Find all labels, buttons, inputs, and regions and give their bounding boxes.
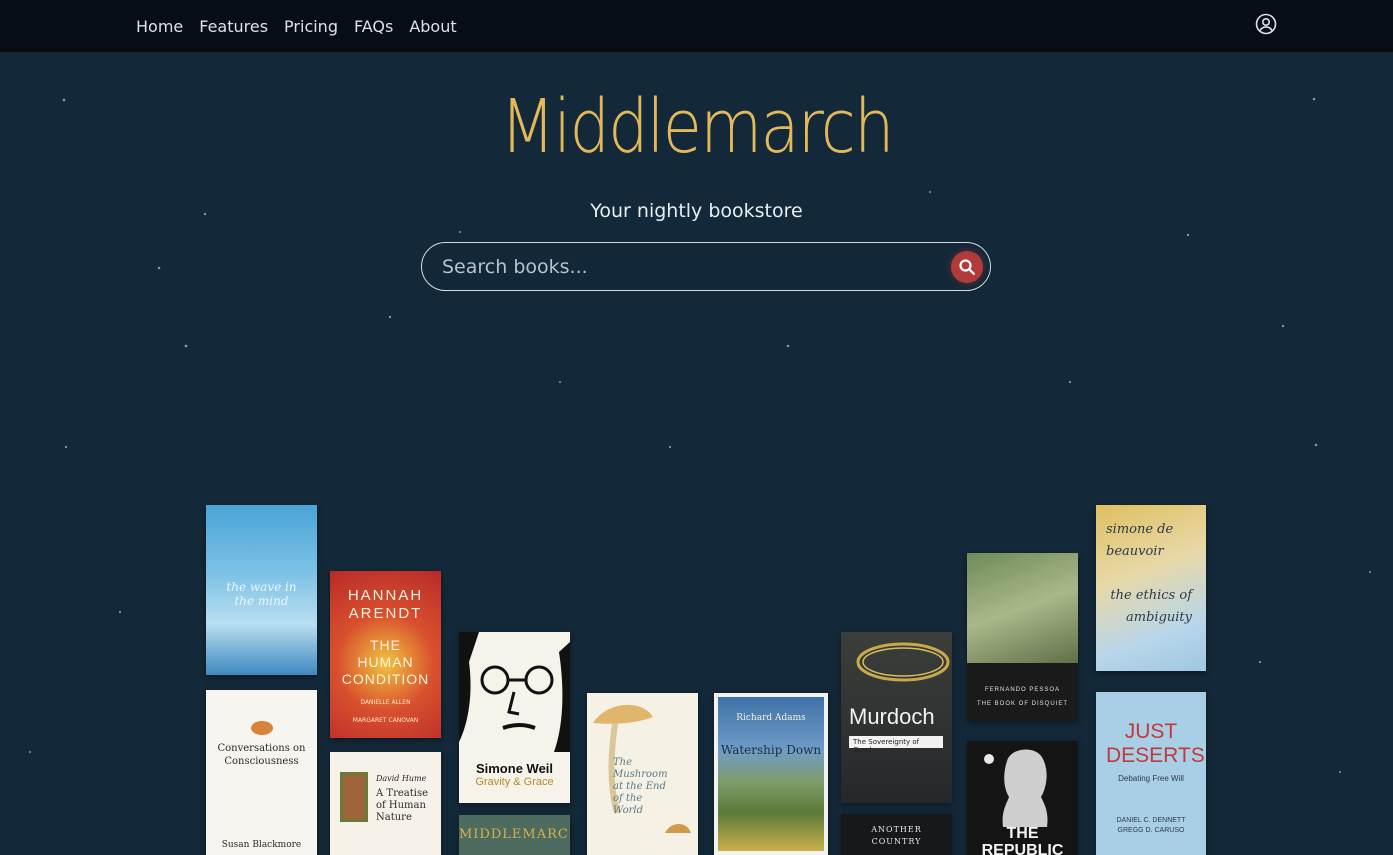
search-icon xyxy=(959,259,975,275)
book-authors: DANIEL C. DENNETT GREGG D. CARUSO xyxy=(1116,817,1186,834)
site-logo: Middlemarch xyxy=(500,84,894,170)
book-foreword: DANIELLE ALLEN xyxy=(360,699,411,706)
main-nav: Home Features Pricing FAQs About xyxy=(136,0,457,52)
book-title: THE BOOK OF DISQUIET xyxy=(976,701,1068,707)
user-circle-icon xyxy=(1255,13,1277,35)
book-author: Murdoch xyxy=(849,704,935,729)
book-mushroom-end-of-world[interactable]: The Mushroom at the End of the World xyxy=(587,693,698,855)
user-account-button[interactable] xyxy=(1255,13,1277,35)
book-author: FERNANDO PESSOA xyxy=(984,687,1060,693)
book-title: The Mushroom at the End of the World xyxy=(613,757,668,816)
search-input[interactable] xyxy=(442,252,932,282)
book-just-deserts[interactable]: JUST DESERTS Debating Free Will DANIEL C… xyxy=(1096,692,1206,855)
book-book-of-disquiet[interactable]: FERNANDO PESSOA THE BOOK OF DISQUIET xyxy=(967,553,1078,721)
book-subtitle: Debating Free Will xyxy=(1118,774,1184,783)
book-author: Susan Blackmore xyxy=(221,840,302,850)
bust-illustration xyxy=(984,749,1048,827)
book-ethics-of-ambiguity[interactable]: simone de beauvoir the ethics of ambigui… xyxy=(1096,505,1206,671)
book-author: HANNAH ARENDT xyxy=(347,587,424,622)
top-navbar: Home Features Pricing FAQs About xyxy=(0,0,1393,52)
portrait-illustration xyxy=(459,632,570,752)
book-the-republic[interactable]: THE REPUBLIC xyxy=(967,741,1078,855)
book-title: JUST DESERTS xyxy=(1106,720,1205,767)
book-middlemarch[interactable]: MIDDLEMARCH xyxy=(459,815,570,855)
book-title: THE HUMAN CONDITION xyxy=(341,637,430,687)
cover-illustration xyxy=(967,553,1078,663)
book-treatise-of-human-nature[interactable]: David Hume A Treatise of Human Nature xyxy=(330,752,441,855)
book-title: ANOTHER COUNTRY xyxy=(871,825,922,846)
search-bar xyxy=(421,242,991,291)
book-title: the wave in the mind xyxy=(226,580,297,608)
book-author: David Hume xyxy=(376,774,427,783)
nav-pricing-link[interactable]: Pricing xyxy=(284,17,338,36)
book-author: simone de beauvoir xyxy=(1106,522,1174,559)
nav-features-link[interactable]: Features xyxy=(199,17,268,36)
book-title: THE REPUBLIC xyxy=(981,825,1064,855)
halo-illustration xyxy=(856,642,950,682)
book-title: Conversations on Consciousness xyxy=(217,743,306,767)
book-title: A Treatise of Human Nature xyxy=(376,788,428,823)
book-wave-in-the-mind[interactable]: the wave in the mind xyxy=(206,505,317,675)
book-watership-down[interactable]: Richard Adams Watership Down xyxy=(714,693,828,855)
portrait-thumbnail xyxy=(340,772,368,822)
search-button[interactable] xyxy=(951,251,983,283)
book-human-condition[interactable]: HANNAH ARENDT THE HUMAN CONDITION DANIEL… xyxy=(330,571,441,738)
book-title: Watership Down xyxy=(720,743,822,757)
book-another-country[interactable]: ANOTHER COUNTRY xyxy=(841,814,952,855)
nav-about-link[interactable]: About xyxy=(409,17,456,36)
book-conversations-on-consciousness[interactable]: Conversations on Consciousness Susan Bla… xyxy=(206,690,317,855)
book-title: the ethics of ambiguity xyxy=(1110,588,1192,625)
book-title: Gravity & Grace xyxy=(475,776,554,788)
book-intro: MARGARET CANOVAN xyxy=(352,717,419,724)
book-sovereignty-of-good[interactable]: Murdoch The Sovereignty of Good xyxy=(841,632,952,803)
book-title: MIDDLEMARCH xyxy=(459,827,570,842)
site-tagline: Your nightly bookstore xyxy=(590,200,803,222)
book-simone-weil[interactable]: Simone Weil Gravity & Grace xyxy=(459,632,570,803)
book-author: Richard Adams xyxy=(736,713,806,723)
nav-home-link[interactable]: Home xyxy=(136,17,183,36)
book-title: The Sovereignty of Good xyxy=(849,736,943,754)
brain-icon xyxy=(251,721,273,735)
book-author: Simone Weil xyxy=(475,761,554,776)
nav-faqs-link[interactable]: FAQs xyxy=(354,17,393,36)
